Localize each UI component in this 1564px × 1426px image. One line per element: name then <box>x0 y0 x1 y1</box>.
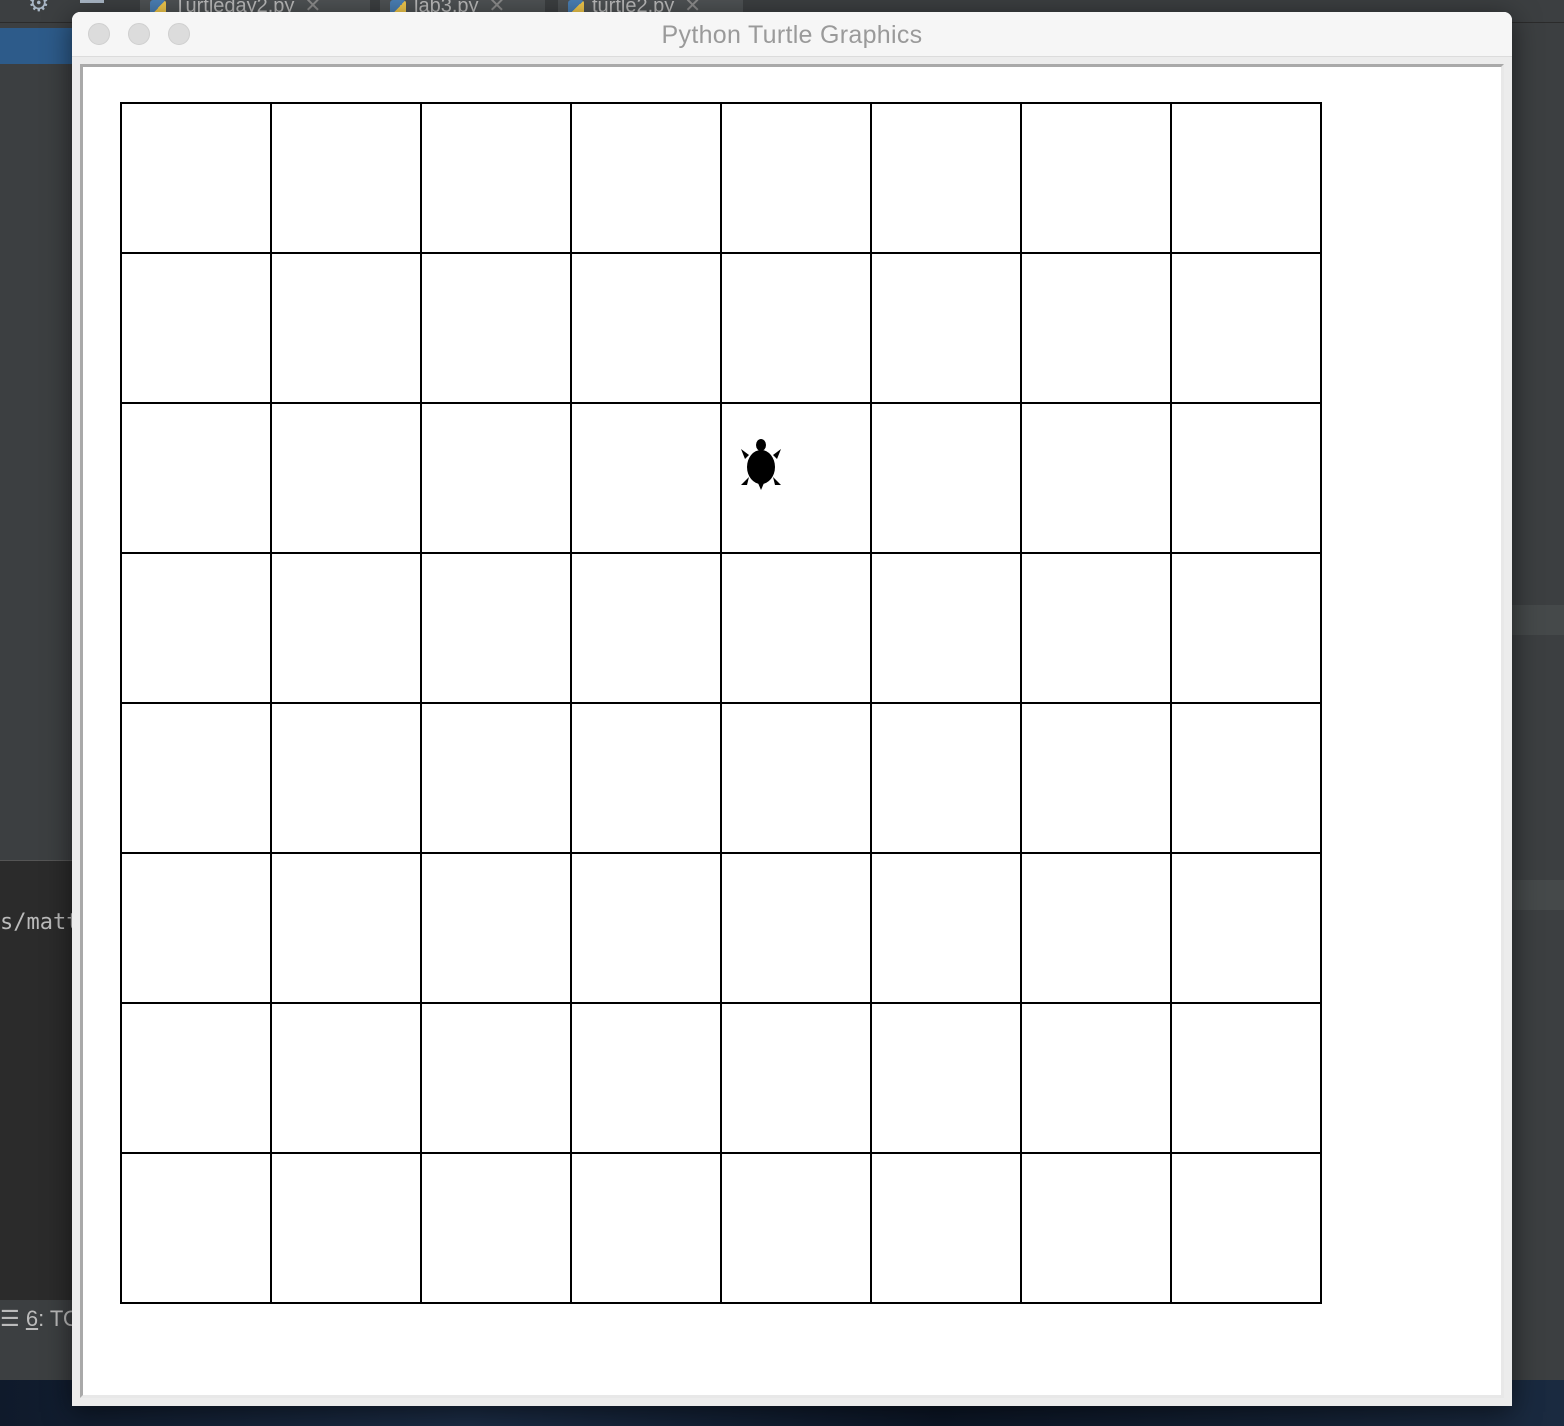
grid-cell <box>270 552 422 704</box>
grid-cell <box>870 102 1022 254</box>
grid-cell <box>420 552 572 704</box>
grid-cell <box>1170 402 1322 554</box>
turtle-canvas[interactable] <box>83 67 1501 1395</box>
grid-cell <box>570 552 722 704</box>
grid-cell <box>420 252 572 404</box>
gutter-highlight <box>1512 880 1564 910</box>
grid-cell <box>270 702 422 854</box>
grid-cell <box>1170 552 1322 704</box>
project-panel <box>0 64 80 860</box>
grid-cell <box>870 1152 1022 1304</box>
grid-cell <box>1020 852 1172 1004</box>
grid-cell <box>570 402 722 554</box>
window-title: Python Turtle Graphics <box>661 21 923 49</box>
grid-cell <box>270 852 422 1004</box>
grid-cell <box>1020 552 1172 704</box>
tool-window-number: 6 <box>25 1306 39 1331</box>
turtle-window: Python Turtle Graphics <box>72 12 1512 1406</box>
grid-cell <box>420 402 572 554</box>
grid-cell <box>570 1002 722 1154</box>
window-titlebar[interactable]: Python Turtle Graphics <box>72 12 1512 57</box>
grid-cell <box>120 1152 272 1304</box>
grid-cell <box>720 702 872 854</box>
grid-cell <box>120 702 272 854</box>
grid-cell <box>570 102 722 254</box>
grid-cell <box>1020 402 1172 554</box>
grid-cell <box>870 252 1022 404</box>
grid-cell <box>570 702 722 854</box>
turtle-head <box>756 439 766 451</box>
grid <box>120 102 1322 1304</box>
grid-cell <box>1020 1002 1172 1154</box>
grid-cell <box>1170 1152 1322 1304</box>
turtle-shell <box>747 450 775 484</box>
tool-window-todo[interactable]: ☰ 6: TO <box>0 1306 80 1332</box>
list-icon: ☰ <box>0 1306 20 1331</box>
grid-cell <box>270 102 422 254</box>
grid-cell <box>420 852 572 1004</box>
grid-cell <box>420 1002 572 1154</box>
grid-cell <box>270 1002 422 1154</box>
grid-cell <box>120 552 272 704</box>
grid-cell <box>420 1152 572 1304</box>
menu-icon[interactable] <box>80 0 104 3</box>
grid-cell <box>1020 702 1172 854</box>
grid-cell <box>120 1002 272 1154</box>
grid-cell <box>1170 252 1322 404</box>
grid-cell <box>870 552 1022 704</box>
grid-cell <box>720 552 872 704</box>
grid-cell <box>270 252 422 404</box>
editor-right-gutter <box>1512 60 1564 1380</box>
grid-cell <box>1020 102 1172 254</box>
grid-cell <box>1170 702 1322 854</box>
grid-cell <box>570 852 722 1004</box>
grid-cell <box>420 102 572 254</box>
grid-cell <box>870 852 1022 1004</box>
turtle-canvas-frame <box>80 64 1504 1398</box>
grid-cell <box>1170 102 1322 254</box>
grid-cell <box>120 402 272 554</box>
grid-cell <box>870 702 1022 854</box>
grid-cell <box>120 252 272 404</box>
terminal-output: s/matt <box>0 910 80 935</box>
gutter-highlight <box>1512 605 1564 635</box>
grid-cell <box>120 852 272 1004</box>
grid-cell <box>270 1152 422 1304</box>
grid-cell <box>120 102 272 254</box>
grid-cell <box>1020 252 1172 404</box>
grid-cell <box>870 402 1022 554</box>
grid-cell <box>420 702 572 854</box>
grid-cell <box>1170 852 1322 1004</box>
grid-cell <box>720 252 872 404</box>
grid-cell <box>1020 1152 1172 1304</box>
grid-cell <box>1170 1002 1322 1154</box>
grid-cell <box>720 1002 872 1154</box>
grid-cell <box>720 102 872 254</box>
grid-cell <box>720 852 872 1004</box>
editor-selection-strip <box>0 28 80 64</box>
gear-icon[interactable]: ⚙ <box>28 0 50 16</box>
grid-cell <box>720 1152 872 1304</box>
grid-cell <box>570 252 722 404</box>
grid-cell <box>720 402 872 554</box>
grid-cell <box>570 1152 722 1304</box>
grid-cell <box>870 1002 1022 1154</box>
grid-cell <box>270 402 422 554</box>
